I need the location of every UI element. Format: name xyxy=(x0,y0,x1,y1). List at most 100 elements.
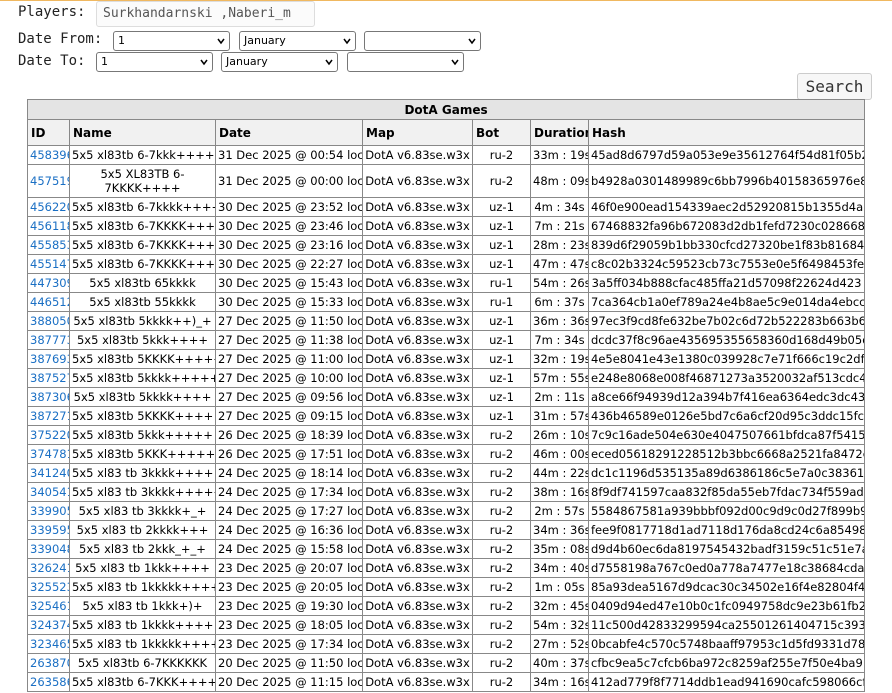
cell-hash: 0bcabfe4c570c5748baaff97953c1d5fd9331d78 xyxy=(587,634,866,654)
game-id-link[interactable]: 325523 xyxy=(30,580,69,594)
game-id-link[interactable]: 326241 xyxy=(30,561,69,575)
date-from-label: Date From: xyxy=(18,31,103,47)
cell-duration: 38m : 16s xyxy=(530,482,589,502)
cell-name: 5x5 xl83 tb 1kkkkk+++++ xyxy=(69,577,216,597)
cell-bot: ru-1 xyxy=(472,292,531,312)
cell-date: 24 Dec 2025 @ 17:34 local xyxy=(215,482,363,502)
cell-duration: 36m : 36s xyxy=(530,311,589,331)
game-id-link[interactable]: 263870 xyxy=(30,656,69,670)
cell-date: 27 Dec 2025 @ 09:56 local xyxy=(215,387,363,407)
game-id-link[interactable]: 387527 xyxy=(30,371,69,385)
date-to-month-select[interactable]: January xyxy=(221,52,338,72)
game-id-link[interactable]: 375220 xyxy=(30,428,69,442)
table-row: 3395955x5 xl83 tb 2kkkk+++24 Dec 2025 @ … xyxy=(27,520,866,540)
cell-duration: 32m : 45s xyxy=(530,596,589,616)
cell-map: DotA v6.83se.w3x xyxy=(362,444,473,464)
cell-id: 387527 xyxy=(27,368,70,388)
cell-map: DotA v6.83se.w3x xyxy=(362,330,473,350)
cell-date: 24 Dec 2025 @ 18:14 local xyxy=(215,463,363,483)
cell-hash: dcdc37f8c96ae435695355658360d168d49b05d6 xyxy=(587,330,866,350)
game-id-link[interactable]: 387773 xyxy=(30,333,69,347)
cell-id: 457519 xyxy=(27,164,70,198)
table-row: 3880505x5 xl83tb 5kkkk++)_+27 Dec 2025 @… xyxy=(27,311,866,331)
game-id-link[interactable]: 387271 xyxy=(30,409,69,423)
game-id-link[interactable]: 387306 xyxy=(30,390,69,404)
game-id-link[interactable]: 455147 xyxy=(30,257,69,271)
cell-id: 456118 xyxy=(27,216,70,236)
cell-hash: 5584867581a939bbbf092d00c9d9c0d27f899b90… xyxy=(587,501,866,521)
cell-map: DotA v6.83se.w3x xyxy=(362,634,473,654)
table-row: 3877735x5 xl83tb 5kkk++++27 Dec 2025 @ 1… xyxy=(27,330,866,350)
cell-date: 23 Dec 2025 @ 20:07 local xyxy=(215,558,363,578)
column-header-hash: Hash xyxy=(587,119,866,146)
date-to-year-select[interactable] xyxy=(347,52,464,72)
table-row: 3873065x5 xl83tb 5kkkk++++27 Dec 2025 @ … xyxy=(27,387,866,407)
cell-bot: uz-1 xyxy=(472,254,531,274)
cell-id: 387271 xyxy=(27,406,70,426)
date-from-year-select[interactable] xyxy=(364,31,481,51)
game-id-link[interactable]: 456118 xyxy=(30,219,69,233)
table-row: 2635865x5 xl83tb 6-7KKK+++++20 Dec 2025 … xyxy=(27,672,866,692)
cell-hash: c8c02b3324c59523cb73c7553e0e5f6498453fe8 xyxy=(587,254,866,274)
date-from-month-select[interactable]: January xyxy=(239,31,356,51)
table-row: 3405415x5 xl83 tb 3kkkk+++++24 Dec 2025 … xyxy=(27,482,866,502)
cell-name: 5x5 XL83TB 6-7KKKK++++ xyxy=(69,164,216,198)
cell-name: 5x5 xl83 tb 1kkk+)+ xyxy=(69,596,216,616)
game-id-link[interactable]: 374781 xyxy=(30,447,69,461)
date-to-day-select[interactable]: 1 xyxy=(96,52,213,72)
game-id-link[interactable]: 446512 xyxy=(30,295,69,309)
cell-hash: d9d4b60ec6da8197545432badf3159c51c51e7af xyxy=(587,539,866,559)
cell-map: DotA v6.83se.w3x xyxy=(362,311,473,331)
cell-bot: uz-1 xyxy=(472,197,531,217)
game-id-link[interactable]: 388050 xyxy=(30,314,69,328)
cell-duration: 6m : 37s xyxy=(530,292,589,312)
cell-bot: ru-2 xyxy=(472,558,531,578)
cell-map: DotA v6.83se.w3x xyxy=(362,501,473,521)
cell-hash: 97ec3f9cd8fe632be7b02c6d72b522283b663b69 xyxy=(587,311,866,331)
cell-date: 24 Dec 2025 @ 16:36 local xyxy=(215,520,363,540)
table-row: 3752205x5 xl83tb 5kkk+++++26 Dec 2025 @ … xyxy=(27,425,866,445)
cell-duration: 34m : 36s xyxy=(530,520,589,540)
game-id-link[interactable]: 339905 xyxy=(30,504,69,518)
cell-name: 5x5 xl83 tb 3kkkk+_+ xyxy=(69,501,216,521)
cell-hash: a8ce66f94939d12a394b7f416ea6364edc3dc436 xyxy=(587,387,866,407)
game-id-link[interactable]: 339048 xyxy=(30,542,69,556)
cell-id: 326241 xyxy=(27,558,70,578)
game-id-link[interactable]: 458396 xyxy=(30,148,69,162)
date-from-day-select[interactable]: 1 xyxy=(113,31,230,51)
game-id-link[interactable]: 263586 xyxy=(30,675,69,689)
game-id-link[interactable]: 339595 xyxy=(30,523,69,537)
cell-bot: ru-2 xyxy=(472,164,531,198)
cell-bot: ru-2 xyxy=(472,596,531,616)
game-id-link[interactable]: 341240 xyxy=(30,466,69,480)
cell-id: 325461 xyxy=(27,596,70,616)
game-id-link[interactable]: 387693 xyxy=(30,352,69,366)
cell-map: DotA v6.83se.w3x xyxy=(362,520,473,540)
game-id-link[interactable]: 324374 xyxy=(30,618,69,632)
cell-date: 23 Dec 2025 @ 18:05 local xyxy=(215,615,363,635)
game-id-link[interactable]: 455853 xyxy=(30,238,69,252)
game-id-link[interactable]: 456220 xyxy=(30,200,69,214)
cell-duration: 35m : 08s xyxy=(530,539,589,559)
cell-duration: 4m : 34s xyxy=(530,197,589,217)
cell-name: 5x5 xl83tb 5kkk+++++ xyxy=(69,425,216,445)
cell-date: 23 Dec 2025 @ 17:34 local xyxy=(215,634,363,654)
game-id-link[interactable]: 340541 xyxy=(30,485,69,499)
cell-map: DotA v6.83se.w3x xyxy=(362,577,473,597)
cell-bot: uz-1 xyxy=(472,406,531,426)
search-button[interactable]: Search xyxy=(797,73,872,100)
game-id-link[interactable]: 457519 xyxy=(30,174,69,188)
game-id-link[interactable]: 323465 xyxy=(30,637,69,651)
game-id-link[interactable]: 447309 xyxy=(30,276,69,290)
date-from-day-value: 1 xyxy=(118,34,125,47)
players-input[interactable]: Surkhandarnski ,Naberi_m xyxy=(96,1,315,27)
game-id-link[interactable]: 325461 xyxy=(30,599,69,613)
cell-map: DotA v6.83se.w3x xyxy=(362,145,473,165)
cell-bot: uz-1 xyxy=(472,330,531,350)
cell-map: DotA v6.83se.w3x xyxy=(362,254,473,274)
cell-id: 339048 xyxy=(27,539,70,559)
cell-bot: uz-1 xyxy=(472,368,531,388)
cell-name: 5x5 xl83tb 5KKKK++++ xyxy=(69,406,216,426)
cell-id: 456220 xyxy=(27,197,70,217)
cell-hash: 85a93dea5167d9dcac30c34502e16f4e82804f41 xyxy=(587,577,866,597)
